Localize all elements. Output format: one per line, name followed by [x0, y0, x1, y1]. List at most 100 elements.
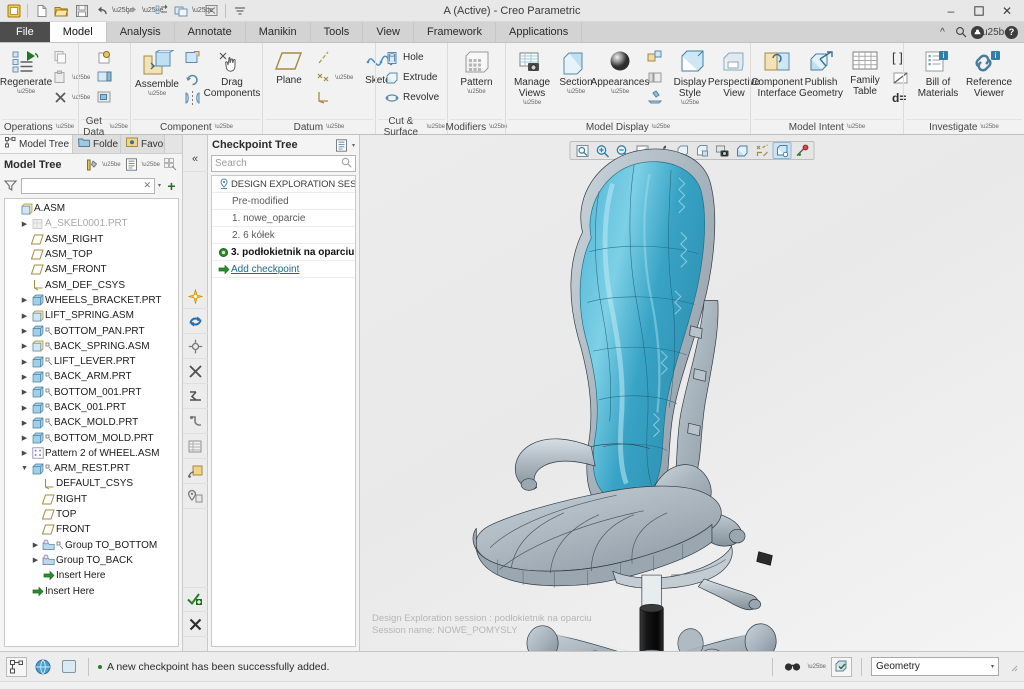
table-tool-icon[interactable] — [182, 434, 208, 459]
operations-group-caret[interactable]: \u25be — [56, 124, 74, 130]
checkpoint-options-caret[interactable]: ▾ — [352, 142, 355, 149]
chevron-down-icon[interactable]: ▾ — [158, 182, 161, 189]
get-data-group-caret[interactable]: \u25be — [110, 124, 128, 130]
tab-model[interactable]: Model — [49, 22, 107, 42]
repeat-button[interactable] — [180, 68, 205, 87]
tree-row[interactable]: ▶ BOTTOM_MOLD.PRT — [5, 430, 178, 445]
model-tree[interactable]: A.ASM ▶ A_SKEL0001.PRT ASM_RIGHT ASM_TOP ASM_… — [4, 198, 179, 647]
model-display-group-caret[interactable]: \u25be — [652, 124, 670, 130]
window-switch-icon[interactable] — [172, 2, 191, 20]
tree-row[interactable]: Insert Here — [5, 583, 178, 598]
minimize-button[interactable]: – — [938, 1, 964, 21]
close-window-icon[interactable] — [202, 2, 221, 20]
tree-expander-icon[interactable]: ▶ — [19, 342, 30, 350]
axis-button[interactable] — [312, 48, 357, 67]
regenerate-caret[interactable]: \u25be — [17, 89, 35, 95]
tree-expander-icon[interactable]: ▶ — [19, 327, 30, 335]
save-icon[interactable] — [72, 2, 91, 20]
publish-geometry-button[interactable]: Publish Geometry — [799, 47, 843, 102]
point-button[interactable]: \u25be — [312, 68, 357, 87]
tree-row[interactable]: ▶ BACK_SPRING.ASM — [5, 339, 178, 354]
tree-row[interactable]: RIGHT — [5, 492, 178, 507]
graphics-viewport[interactable]: Design Exploration session : podłokietni… — [360, 135, 1024, 651]
tree-row[interactable]: ▶ Pattern 2 of WHEEL.ASM — [5, 446, 178, 461]
tree-expander-icon[interactable]: ▶ — [19, 449, 30, 457]
resize-grip[interactable] — [1008, 662, 1018, 672]
tree-row[interactable]: ▶ BOTTOM_PAN.PRT — [5, 323, 178, 338]
model-intent-group-caret[interactable]: \u25be — [847, 124, 865, 130]
nav-tab-model-tree[interactable]: Model Tree — [0, 135, 73, 153]
tree-row[interactable]: ▶ Group TO_BOTTOM — [5, 538, 178, 553]
office-chair-model[interactable] — [360, 135, 1024, 651]
cut-surface-group-caret[interactable]: \u25be — [427, 124, 445, 130]
tree-row[interactable]: ▶ Group TO_BACK — [5, 553, 178, 568]
extrude-button[interactable]: Extrude — [381, 68, 443, 87]
maximize-button[interactable] — [966, 1, 992, 21]
coordinate-system-button[interactable] — [312, 88, 357, 107]
new-icon[interactable] — [32, 2, 51, 20]
tree-row[interactable]: ▶ WHEELS_BRACKET.PRT — [5, 293, 178, 308]
customize-qat-icon[interactable] — [230, 2, 249, 20]
tree-expander-icon[interactable]: ▶ — [19, 220, 30, 228]
checkpoint-row-pre-modified[interactable]: Pre-modified — [212, 193, 355, 210]
regenerate-icon[interactable] — [152, 2, 171, 20]
datum-group-caret[interactable]: \u25be — [326, 124, 344, 130]
tree-expander-icon[interactable]: ▶ — [30, 541, 41, 549]
tab-annotate[interactable]: Annotate — [174, 22, 246, 42]
reposition-icon[interactable] — [182, 334, 208, 359]
graphics-area-icon[interactable] — [58, 657, 79, 677]
creo-logo-icon[interactable] — [4, 2, 23, 20]
tree-row[interactable]: ▶ BACK_001.PRT — [5, 400, 178, 415]
redo-dropdown-caret[interactable]: \u25be — [142, 7, 163, 14]
nav-tab-favorites[interactable]: Favor — [121, 135, 165, 153]
collapse-navigator-icon[interactable]: « — [182, 147, 208, 172]
tab-tools[interactable]: Tools — [310, 22, 364, 42]
component-interface-button[interactable]: Component Interface — [751, 47, 803, 102]
tree-row[interactable]: A.ASM — [5, 201, 178, 216]
layer-button[interactable] — [643, 68, 667, 87]
model-tree-filter-input[interactable]: ✕ — [21, 177, 155, 194]
tree-expander-icon[interactable]: ▶ — [19, 296, 30, 304]
search-tool-caret[interactable]: \u25be — [808, 664, 826, 670]
display-style-caret[interactable]: \u25be — [681, 100, 699, 106]
regenerate-button[interactable]: Regenerate \u25be — [0, 47, 52, 98]
appearances-button[interactable]: Appearances \u25be — [591, 47, 649, 98]
filter-icon[interactable] — [3, 178, 18, 193]
tree-row[interactable]: DEFAULT_CSYS — [5, 476, 178, 491]
checkpoint-search-input[interactable]: Search — [211, 155, 356, 172]
family-table-button[interactable]: Family Table — [844, 47, 886, 100]
manage-views-caret[interactable]: \u25be — [523, 100, 541, 106]
tree-expander-icon[interactable]: ▶ — [19, 312, 30, 320]
tree-expander-icon[interactable]: ▶ — [19, 373, 30, 381]
drag-tool-icon[interactable] — [182, 409, 208, 434]
tab-file[interactable]: File — [0, 22, 50, 42]
tree-row[interactable]: ASM_DEF_CSYS — [5, 277, 178, 292]
cancel-session-icon[interactable] — [182, 612, 208, 637]
plane-button[interactable]: Plane — [268, 47, 310, 89]
tree-expander-icon[interactable]: ▶ — [19, 404, 30, 412]
revolve-button[interactable]: Revolve — [381, 88, 443, 107]
selection-filter-dropdown[interactable]: Geometry ▾ — [871, 657, 999, 676]
selection-filter-icon[interactable] — [831, 656, 852, 677]
tree-row[interactable]: Insert Here — [5, 568, 178, 583]
redo-icon[interactable] — [122, 2, 141, 20]
tree-row[interactable]: ▶ A_SKEL0001.PRT — [5, 216, 178, 231]
save-location-icon[interactable] — [182, 484, 208, 509]
assemble-caret[interactable]: \u25be — [148, 91, 166, 97]
accept-checkpoint-icon[interactable] — [182, 587, 208, 612]
import-button[interactable] — [92, 48, 117, 67]
tree-row[interactable]: FRONT — [5, 522, 178, 537]
tree-row[interactable]: ▶ BOTTOM_001.PRT — [5, 385, 178, 400]
manage-views-button[interactable]: Manage Views \u25be — [511, 47, 553, 109]
explode-view-button[interactable] — [643, 48, 667, 67]
tree-expander-icon[interactable]: ▶ — [19, 358, 30, 366]
tab-framework[interactable]: Framework — [413, 22, 496, 42]
checkpoint-row-2[interactable]: 2. 6 kółek — [212, 227, 355, 244]
tree-row[interactable]: ▼ ARM_REST.PRT — [5, 461, 178, 476]
display-options-icon[interactable] — [124, 157, 139, 172]
create-component-button[interactable] — [180, 48, 205, 67]
display-style-button[interactable]: Display Style \u25be — [669, 47, 711, 109]
section-button[interactable]: Section \u25be — [555, 47, 597, 98]
tree-expander-icon[interactable]: ▶ — [30, 556, 41, 564]
tree-expander-icon[interactable]: ▼ — [19, 465, 30, 472]
